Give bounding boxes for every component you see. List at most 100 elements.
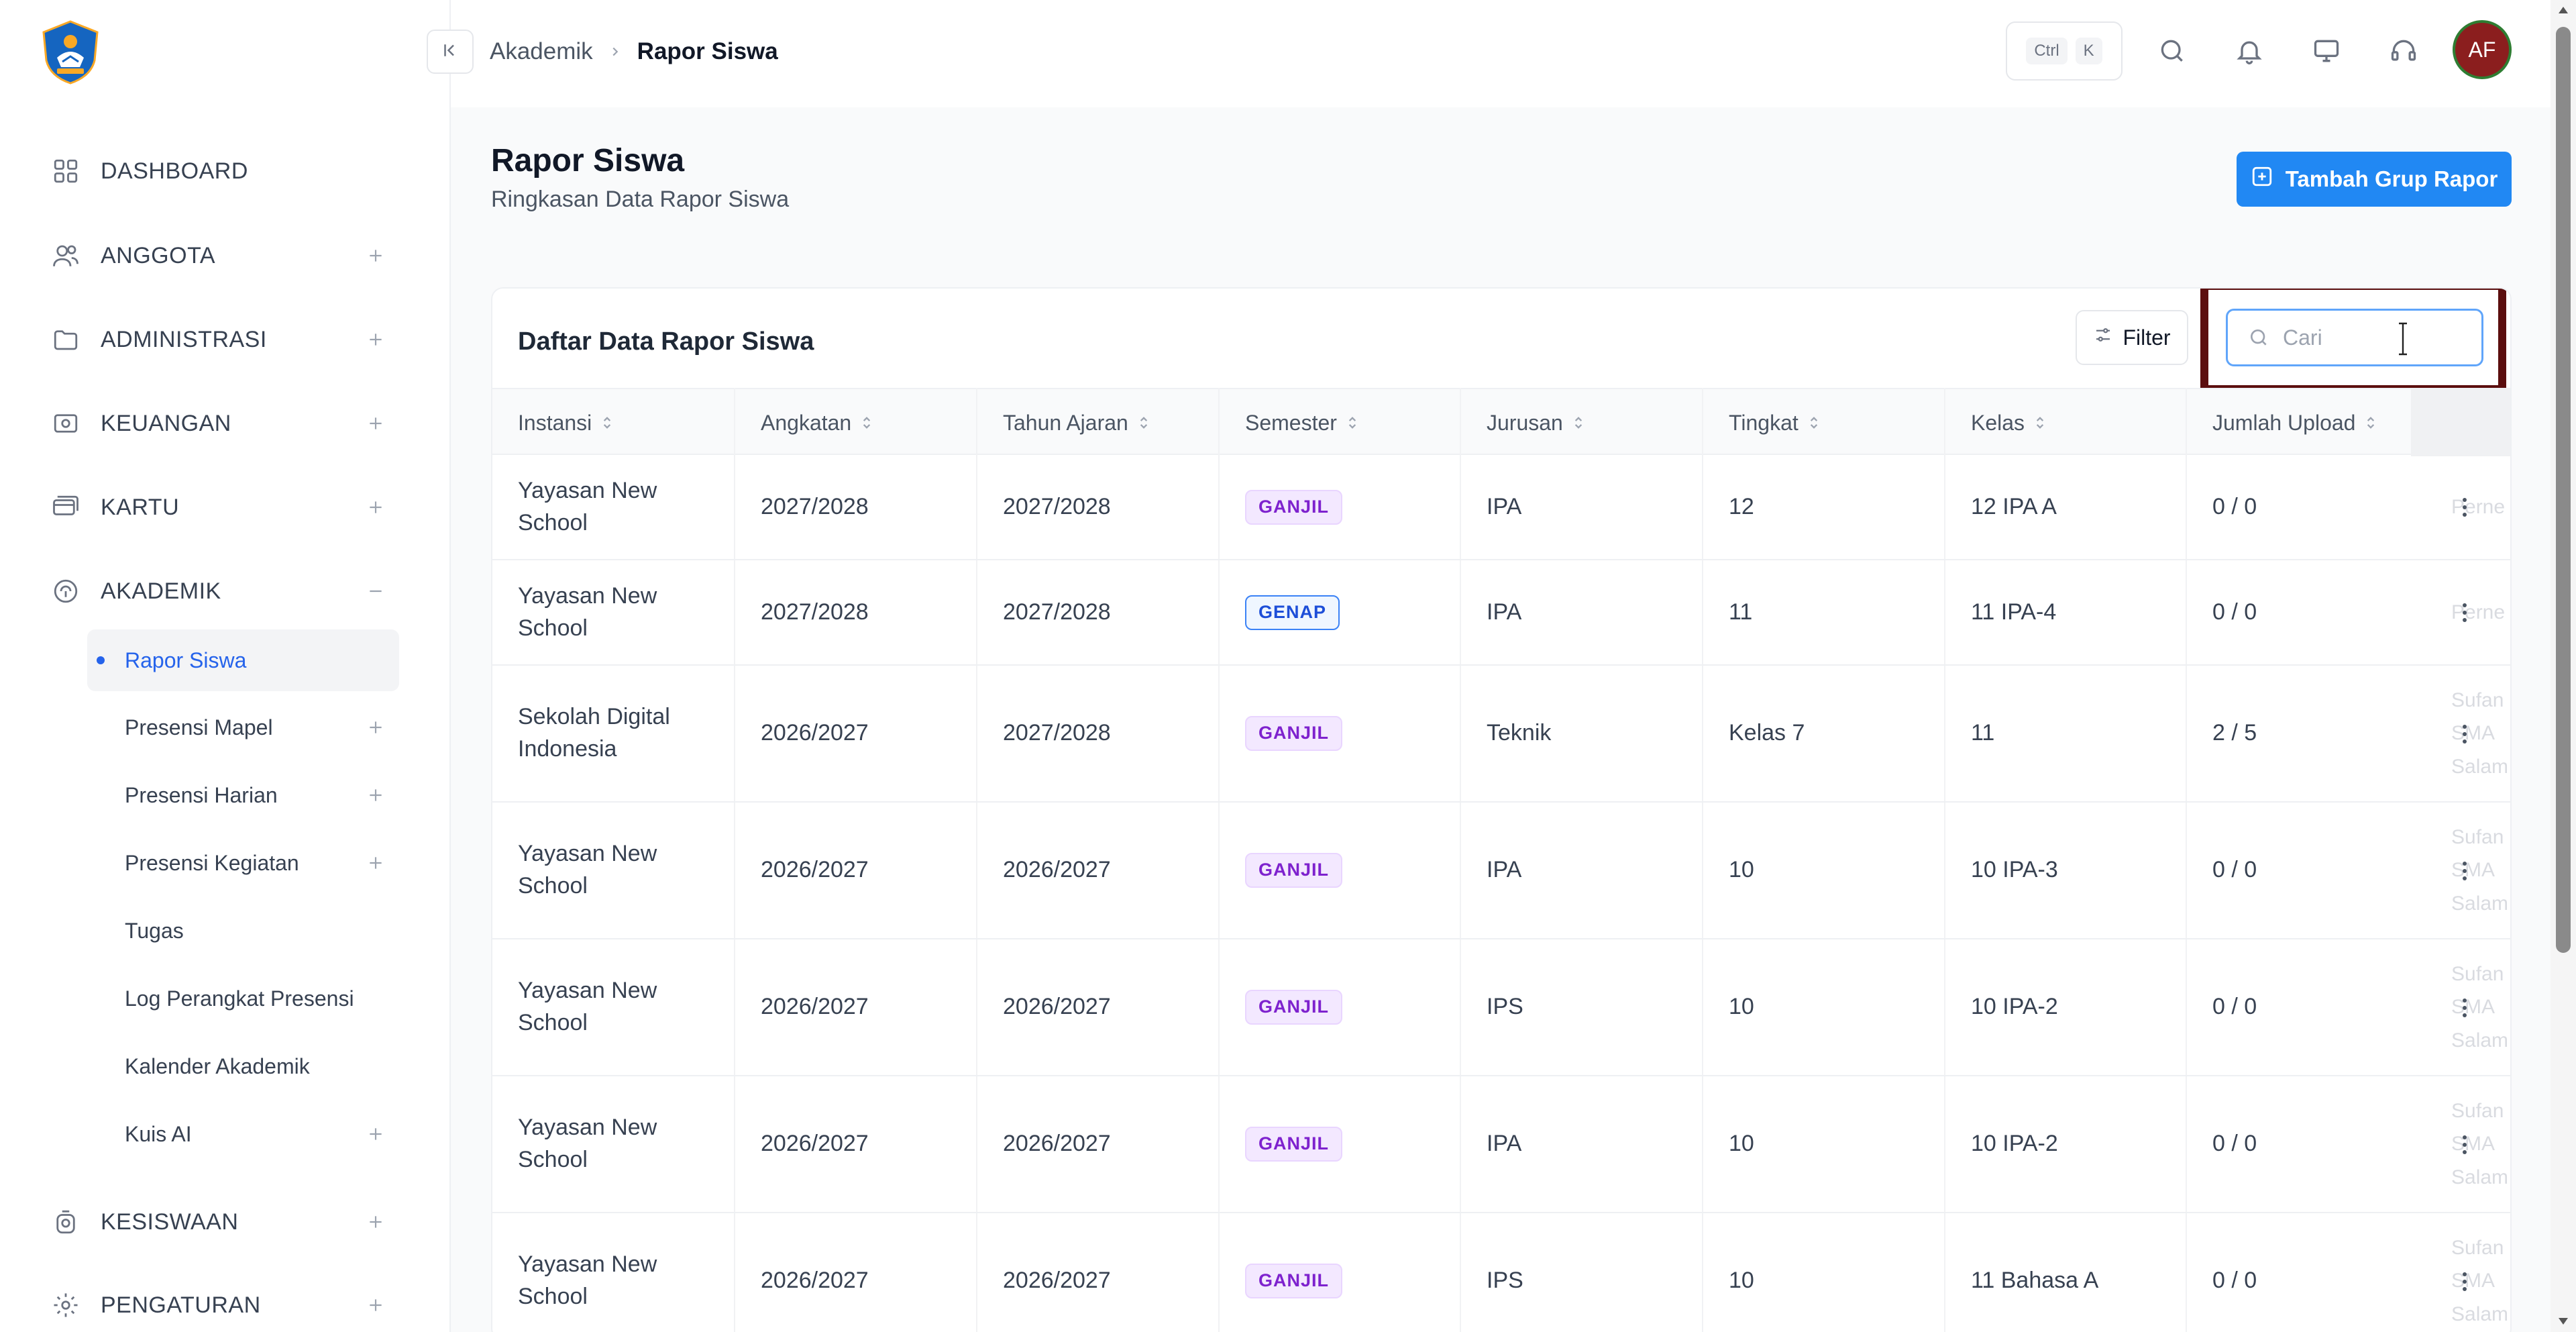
cell-semester: GANJIL	[1245, 1076, 1343, 1212]
bell-icon[interactable]	[2231, 32, 2268, 70]
cell-angkatan: 2026/2027	[761, 1268, 869, 1294]
column-header-jurusan[interactable]: Jurusan	[1487, 389, 1586, 456]
sidebar-subitem-log-perangkat[interactable]: Log Perangkat Presensi	[87, 968, 399, 1029]
breadcrumb-current: Rapor Siswa	[637, 38, 778, 64]
cell-angkatan: 2027/2028	[761, 493, 869, 519]
sidebar-item-label: KARTU	[101, 494, 180, 520]
command-palette-shortcut[interactable]: Ctrl K	[2006, 21, 2123, 81]
sidebar-subitem-rapor-siswa[interactable]: Rapor Siswa	[87, 629, 399, 691]
expand-plus-icon[interactable]	[362, 714, 389, 741]
row-actions-kebab-icon[interactable]	[2458, 599, 2471, 626]
column-header-semester[interactable]: Semester	[1245, 389, 1360, 456]
sidebar-item-kartu[interactable]: KARTU	[0, 477, 451, 537]
cell-instansi: Yayasan New School	[518, 582, 657, 641]
table-row[interactable]: Yayasan New School 2026/2027 2026/2027 G…	[492, 1213, 2510, 1332]
column-header-label: Semester	[1245, 410, 1337, 435]
column-header-tingkat[interactable]: Tingkat	[1729, 389, 1821, 456]
collapse-minus-icon[interactable]	[362, 578, 389, 605]
school-logo[interactable]	[37, 19, 104, 86]
sidebar-subitem-tugas[interactable]: Tugas	[87, 900, 399, 962]
add-report-group-button[interactable]: Tambah Grup Rapor	[2237, 152, 2512, 207]
active-dot	[97, 656, 105, 664]
row-actions-kebab-icon[interactable]	[2458, 858, 2471, 884]
column-header-jumlah-upload[interactable]: Jumlah Upload	[2212, 389, 2378, 456]
kbd-ctrl: Ctrl	[2026, 38, 2068, 64]
sidebar-collapse-button[interactable]	[427, 30, 474, 74]
expand-plus-icon[interactable]	[362, 1292, 389, 1319]
semester-badge: GANJIL	[1245, 489, 1343, 525]
sidebar-subitem-presensi-kegiatan[interactable]: Presensi Kegiatan	[87, 832, 399, 894]
sidebar-item-dashboard[interactable]: DASHBOARD	[0, 141, 451, 201]
cell-kelas: 10 IPA-2	[1971, 1131, 2058, 1157]
cell-jurusan: IPA	[1487, 599, 1522, 625]
column-header-tahun-ajaran[interactable]: Tahun Ajaran	[1003, 389, 1151, 456]
sidebar-subitem-label: Rapor Siswa	[125, 648, 247, 672]
row-actions-kebab-icon[interactable]	[2458, 721, 2471, 748]
expand-plus-icon[interactable]	[362, 782, 389, 809]
semester-badge: GANJIL	[1245, 1127, 1343, 1162]
sidebar-item-administrasi[interactable]: ADMINISTRASI	[0, 309, 451, 370]
search-field[interactable]	[2226, 309, 2483, 366]
cell-kelas: 12 IPA A	[1971, 493, 2057, 519]
scroll-down-arrow-icon[interactable]	[2555, 1313, 2572, 1330]
filter-button[interactable]: Filter	[2076, 310, 2188, 365]
row-actions-kebab-icon[interactable]	[2458, 994, 2471, 1021]
cell-jurusan: IPS	[1487, 1268, 1523, 1294]
sidebar-item-anggota[interactable]: ANGGOTA	[0, 225, 451, 286]
table-row[interactable]: Yayasan New School 2027/2028 2027/2028 G…	[492, 560, 2510, 666]
cell-tingkat: 11	[1729, 599, 1753, 625]
sidebar-subitem-presensi-mapel[interactable]: Presensi Mapel	[87, 697, 399, 758]
expand-plus-icon[interactable]	[362, 242, 389, 269]
row-actions-kebab-icon[interactable]	[2458, 1268, 2471, 1295]
sidebar-subitem-label: Log Perangkat Presensi	[125, 986, 354, 1011]
expand-plus-icon[interactable]	[362, 494, 389, 521]
table-row[interactable]: Yayasan New School 2027/2028 2027/2028 G…	[492, 455, 2510, 560]
sidebar-subitem-kuis-ai[interactable]: Kuis AI	[87, 1103, 399, 1165]
expand-plus-icon[interactable]	[362, 1209, 389, 1235]
semester-badge: GANJIL	[1245, 1264, 1343, 1298]
support-headset-icon[interactable]	[2385, 32, 2422, 70]
cell-jumlah-upload: 0 / 0	[2212, 1131, 2257, 1157]
cell-jumlah-upload: 0 / 0	[2212, 599, 2257, 625]
cell-jumlah-upload: 0 / 0	[2212, 857, 2257, 883]
sidebar-subitem-label: Tugas	[125, 918, 184, 943]
table-row[interactable]: Sekolah Digital Indonesia 2026/2027 2027…	[492, 666, 2510, 803]
table-row[interactable]: Yayasan New School 2026/2027 2026/2027 G…	[492, 939, 2510, 1076]
cell-kelas: 11 IPA-4	[1971, 599, 2057, 625]
expand-plus-icon[interactable]	[362, 1121, 389, 1147]
expand-plus-icon[interactable]	[362, 326, 389, 353]
search-icon[interactable]	[2153, 32, 2191, 70]
table-row[interactable]: Yayasan New School 2026/2027 2026/2027 G…	[492, 803, 2510, 939]
monitor-icon[interactable]	[2308, 32, 2345, 70]
cell-semester: GANJIL	[1245, 666, 1343, 801]
sidebar-item-akademik[interactable]: AKADEMIK	[0, 561, 451, 621]
page-scrollbar[interactable]	[2551, 0, 2576, 1332]
cell-instansi: Yayasan New School	[518, 1251, 657, 1309]
breadcrumb-parent[interactable]: Akademik	[490, 38, 593, 65]
scrollbar-thumb[interactable]	[2556, 27, 2571, 953]
scroll-up-arrow-icon[interactable]	[2555, 1, 2572, 19]
cell-kelas: 11	[1971, 720, 1995, 746]
folder-icon	[51, 325, 80, 354]
sidebar-item-kesiswaan[interactable]: KESISWAAN	[0, 1192, 451, 1252]
column-header-label: Angkatan	[761, 410, 852, 435]
sidebar-subitem-presensi-harian[interactable]: Presensi Harian	[87, 764, 399, 826]
column-header-instansi[interactable]: Instansi	[518, 389, 614, 456]
sidebar-item-pengaturan[interactable]: PENGATURAN	[0, 1275, 451, 1332]
row-actions-kebab-icon[interactable]	[2458, 1131, 2471, 1158]
cell-jumlah-upload: 2 / 5	[2212, 720, 2257, 746]
cell-tahun-ajaran: 2026/2027	[1003, 857, 1111, 883]
sidebar-subitem-kalender[interactable]: Kalender Akademik	[87, 1035, 399, 1097]
cell-instansi: Yayasan New School	[518, 477, 657, 535]
sort-icon	[2033, 413, 2047, 433]
table-row[interactable]: Yayasan New School 2026/2027 2026/2027 G…	[492, 1076, 2510, 1213]
search-input[interactable]	[2283, 325, 2471, 350]
column-header-kelas[interactable]: Kelas	[1971, 389, 2047, 456]
expand-plus-icon[interactable]	[362, 850, 389, 876]
column-header-angkatan[interactable]: Angkatan	[761, 389, 874, 456]
expand-plus-icon[interactable]	[362, 410, 389, 437]
sidebar-item-keuangan[interactable]: KEUANGAN	[0, 393, 451, 454]
cell-jurusan: Teknik	[1487, 720, 1552, 746]
user-avatar[interactable]: AF	[2453, 20, 2512, 79]
row-actions-kebab-icon[interactable]	[2458, 494, 2471, 521]
